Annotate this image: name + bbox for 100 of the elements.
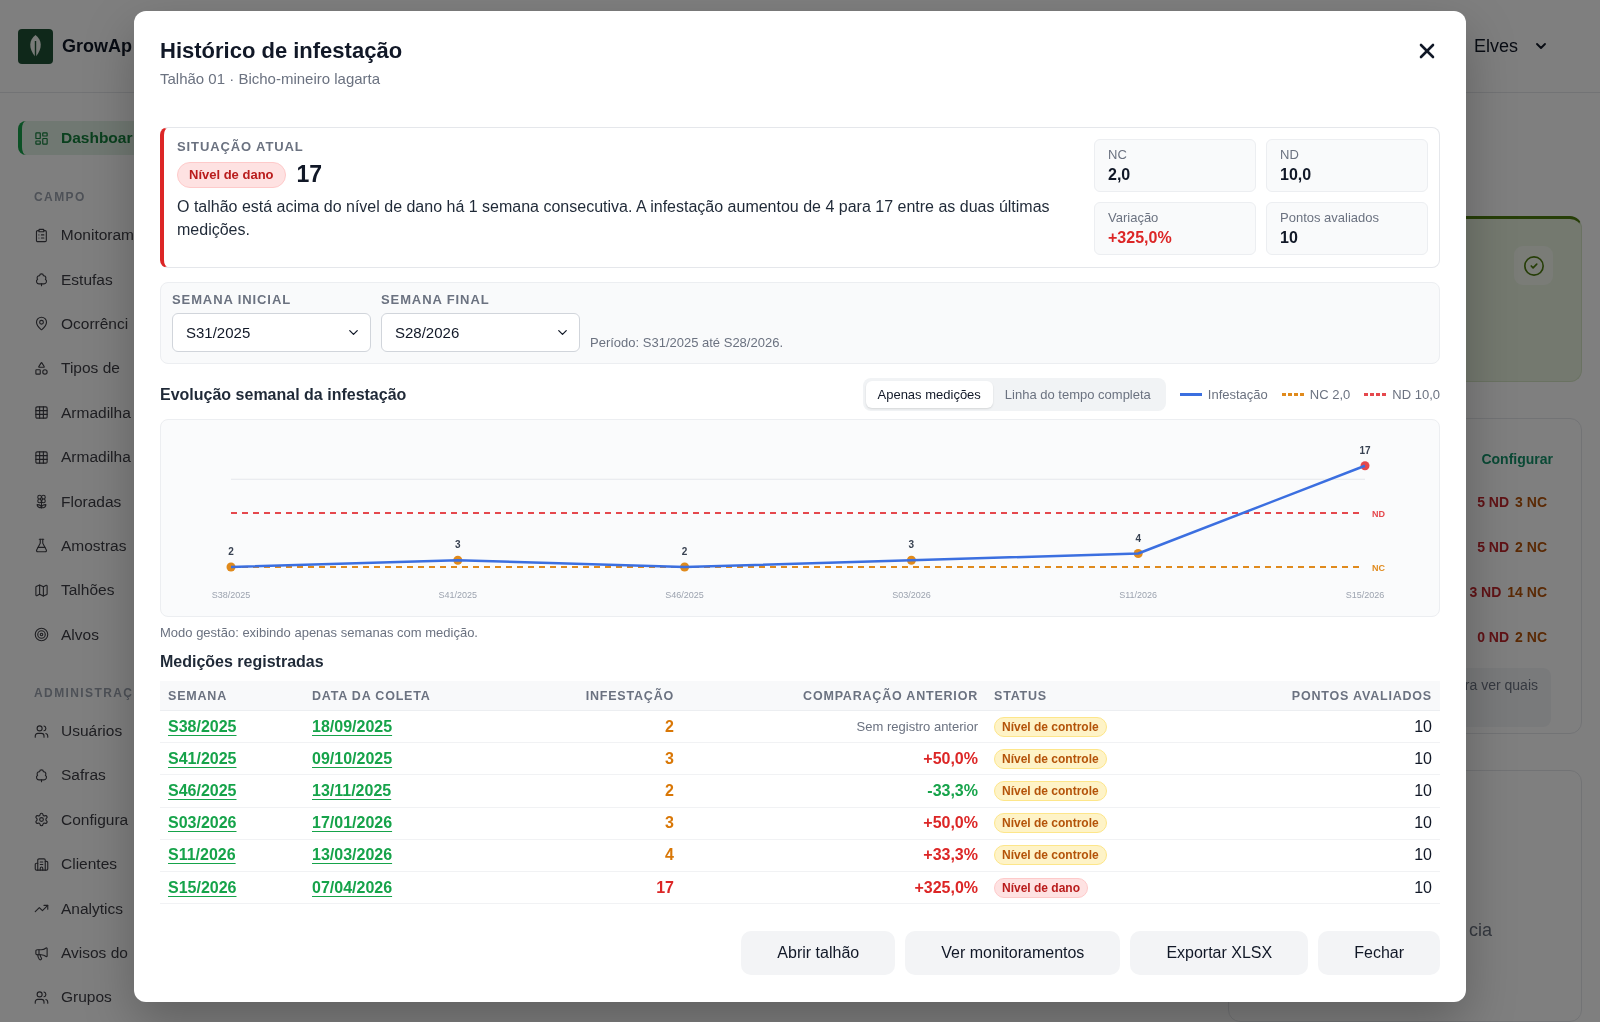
points-value: 10 <box>1414 846 1432 865</box>
comparison-value: -33,3% <box>927 781 978 800</box>
comparison-value: +50,0% <box>923 814 978 833</box>
week-link[interactable]: S11/2026 <box>168 846 236 865</box>
data-label: 17 <box>1359 444 1371 456</box>
stat-label: ND <box>1280 147 1299 163</box>
data-label: 4 <box>1135 532 1141 544</box>
users-icon <box>34 723 49 739</box>
sidebar-item[interactable]: Monitoram <box>18 213 134 258</box>
status-badge: Nível de controle <box>994 748 1107 769</box>
footer-button[interactable]: Ver monitoramentos <box>905 931 1121 975</box>
chart-note: Modo gestão: exibindo apenas semanas com medição. <box>160 625 479 641</box>
section-title: Medições registradas <box>160 652 325 672</box>
data-label: 3 <box>455 539 461 551</box>
infestation-value: 3 <box>665 749 674 768</box>
week-select[interactable]: S31/2025 <box>172 313 371 352</box>
legend-label: NC 2,0 <box>1309 387 1351 402</box>
comparison-value: +50,0% <box>923 749 978 768</box>
note-text: ra ver quais <box>1464 675 1538 695</box>
data-label: 2 <box>228 546 234 557</box>
axis-label: S11/2026 <box>1119 590 1158 600</box>
stat-value: +325,0% <box>1108 228 1172 248</box>
sidebar-item[interactable]: Grupos <box>18 975 134 1020</box>
data-label: 2 <box>681 546 688 557</box>
axis-label: S46/2025 <box>665 590 704 600</box>
infestation-value: 17 <box>296 161 323 188</box>
sidebar-item[interactable]: Analytics <box>18 886 134 931</box>
week-link[interactable]: S46/2025 <box>168 781 237 800</box>
view-tab[interactable]: Linha do tempo completa <box>992 381 1163 408</box>
points-value: 10 <box>1414 814 1432 833</box>
column-header: SEMANA <box>168 688 227 703</box>
points-value: 10 <box>1414 717 1432 736</box>
nc-count: 3 NC <box>1515 494 1547 511</box>
column-header: PONTOS AVALIADOS <box>1291 688 1432 703</box>
data-point <box>226 562 236 572</box>
sidebar-item[interactable]: Floradas <box>18 479 134 524</box>
status-badge: Nível de dano <box>177 161 286 188</box>
infestation-value: 2 <box>665 717 674 736</box>
data-point <box>1360 461 1370 471</box>
sidebar-item[interactable]: Tipos de <box>18 346 134 391</box>
sidebar-item[interactable]: Configura <box>18 797 134 843</box>
sidebar-item[interactable]: Armadilha <box>18 390 134 435</box>
sidebar-item[interactable]: Ocorrênci <box>18 301 134 347</box>
sidebar-item[interactable]: Usuários <box>18 708 134 754</box>
stat-label: Variação <box>1108 210 1159 226</box>
infestation-value: 3 <box>665 814 674 833</box>
configure-link[interactable]: Configurar <box>1481 448 1553 469</box>
nd-count: 5 ND <box>1477 494 1510 511</box>
sidebar-item[interactable]: Safras <box>18 753 134 798</box>
data-point <box>453 555 463 565</box>
date-link[interactable]: 09/10/2025 <box>312 749 393 768</box>
flask-icon <box>34 538 49 554</box>
sidebar-item[interactable]: Armadilha <box>18 434 134 480</box>
stat-value: 2,0 <box>1108 165 1131 185</box>
data-point <box>680 562 690 572</box>
map-pin-icon <box>34 316 49 332</box>
sidebar-item[interactable]: Dashboar <box>18 121 134 155</box>
legend-label: Infestação <box>1207 387 1268 402</box>
threshold-label: ND <box>1372 508 1385 519</box>
status-description: O talhão está acima do nível de dano há 1 semana consecutiva. A infestação aumentou de 4 para 17 entre as duas últimas medições. <box>177 197 1051 240</box>
status-badge: Nível de controle <box>994 845 1107 866</box>
data-point <box>1133 549 1143 558</box>
user-menu[interactable]: Elves <box>1474 35 1549 57</box>
column-header: STATUS <box>994 688 1047 703</box>
threshold-label: NC <box>1372 562 1385 573</box>
dashboard-grid-icon <box>34 130 49 146</box>
data-label: 3 <box>908 539 915 551</box>
sidebar-item[interactable]: Estufas <box>18 257 134 302</box>
axis-label: S15/2026 <box>1345 590 1385 600</box>
card-text: cia <box>1469 919 1492 940</box>
sidebar-item[interactable]: Avisos do <box>18 930 134 976</box>
comparison-value: +33,3% <box>923 846 978 865</box>
axis-label: S38/2025 <box>211 590 251 600</box>
date-link[interactable]: 13/11/2025 <box>312 781 392 800</box>
stat-label: Pontos avaliados <box>1280 210 1379 226</box>
footer-button[interactable]: Fechar <box>1318 931 1440 975</box>
week-link[interactable]: S41/2025 <box>168 749 237 768</box>
axis-label: S03/2026 <box>892 590 931 600</box>
footer-button[interactable]: Abrir talhão <box>741 931 896 975</box>
date-link[interactable]: 18/09/2025 <box>312 717 393 736</box>
nd-count: 0 ND <box>1477 629 1510 646</box>
week-select[interactable]: S28/2026 <box>381 313 580 352</box>
grid-icon <box>34 449 49 465</box>
sidebar-item[interactable]: Clientes <box>18 842 134 887</box>
sidebar-item[interactable]: Alvos <box>18 612 134 657</box>
building-icon <box>34 856 49 872</box>
week-link[interactable]: S38/2025 <box>168 717 237 736</box>
date-link[interactable]: 17/01/2026 <box>312 814 393 833</box>
footer-button[interactable]: Exportar XLSX <box>1130 931 1309 975</box>
sidebar-item[interactable]: Amostras <box>18 523 134 569</box>
date-link[interactable]: 07/04/2026 <box>312 878 393 897</box>
stat-label: NC <box>1108 147 1127 163</box>
date-link[interactable]: 13/03/2026 <box>312 846 393 865</box>
view-tab[interactable]: Apenas medições <box>865 381 993 408</box>
week-link[interactable]: S15/2026 <box>168 878 237 897</box>
sidebar-item[interactable]: Talhões <box>18 568 134 613</box>
week-link[interactable]: S03/2026 <box>168 814 237 833</box>
flower-icon <box>34 494 49 510</box>
points-value: 10 <box>1414 781 1432 800</box>
nc-count: 2 NC <box>1515 629 1547 646</box>
